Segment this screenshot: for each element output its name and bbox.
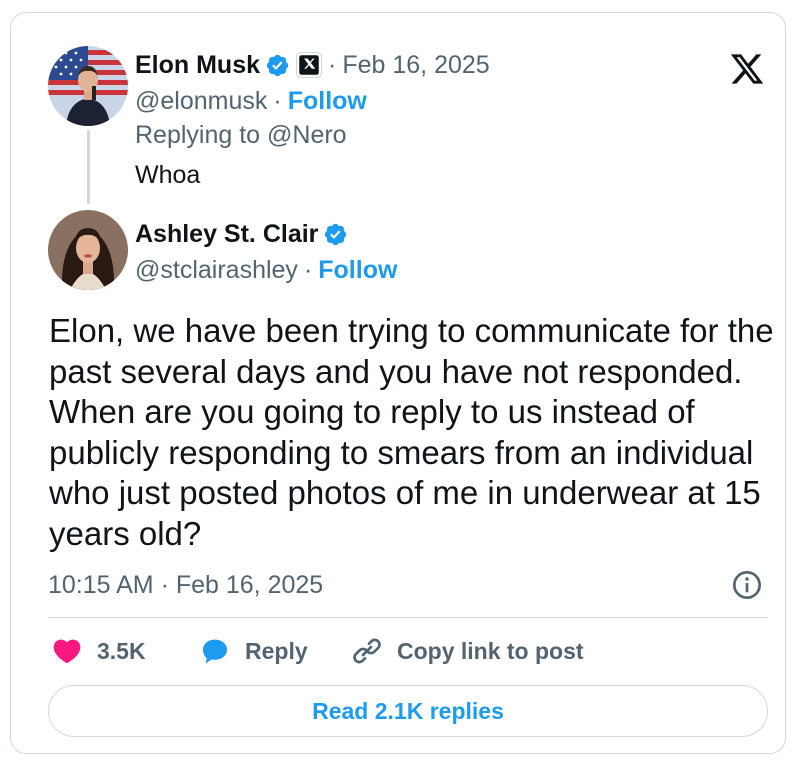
parent-post-text: Whoa [135, 160, 201, 189]
follow-elon-button[interactable]: Follow [288, 87, 367, 116]
follow-ashley-button[interactable]: Follow [318, 256, 397, 285]
like-count: 3.5K [97, 637, 146, 664]
heart-icon [53, 639, 81, 664]
parent-author-handle[interactable]: @elonmusk [135, 87, 267, 116]
replying-to-row: Replying to @Nero [135, 119, 347, 151]
main-author-name[interactable]: Ashley St. Clair [135, 220, 318, 249]
parent-author-row: Elon Musk · Feb 16, 2025 [135, 49, 490, 81]
main-author-row: Ashley St. Clair [135, 217, 348, 251]
read-replies-button[interactable]: Read 2.1K replies [48, 685, 768, 737]
avatar-elon-musk[interactable] [48, 46, 128, 126]
replying-to-text: Replying to @Nero [135, 120, 347, 149]
parent-post-text-row: Whoa [135, 159, 200, 191]
thread-connector-line [87, 130, 90, 204]
timestamp-row: 10:15 AM · Feb 16, 2025 [48, 569, 323, 601]
x-logo-icon[interactable] [727, 51, 767, 87]
main-post-text: Elon, we have been trying to communicate… [49, 312, 774, 552]
separator-dot: · [328, 50, 337, 79]
reply-bubble-icon [203, 639, 227, 664]
info-icon[interactable] [731, 569, 763, 601]
like-button[interactable]: 3.5K [51, 631, 146, 671]
separator-dot: · [273, 86, 282, 115]
link-icon [353, 638, 381, 664]
parent-handle-row: @elonmusk · Follow [135, 85, 367, 117]
embedded-post-card: Elon Musk · Feb 16, 2025 @elonmusk · Fol… [10, 12, 786, 754]
reply-label: Reply [245, 637, 308, 664]
divider [48, 617, 768, 618]
main-author-handle[interactable]: @stclairashley [135, 256, 298, 285]
parent-post-date[interactable]: Feb 16, 2025 [342, 51, 489, 80]
verified-badge-icon [325, 223, 347, 245]
reply-button[interactable]: Reply [199, 631, 308, 671]
copy-link-label: Copy link to post [397, 637, 584, 664]
post-timestamp[interactable]: 10:15 AM · Feb 16, 2025 [48, 571, 323, 600]
separator-dot: · [303, 255, 313, 284]
copy-link-button[interactable]: Copy link to post [351, 631, 584, 671]
verified-badge-icon [266, 54, 289, 76]
x-affiliate-icon [296, 52, 323, 78]
main-handle-row: @stclairashley · Follow [135, 253, 397, 287]
parent-author-name[interactable]: Elon Musk [135, 51, 260, 80]
avatar-ashley-st-clair[interactable] [48, 210, 128, 290]
